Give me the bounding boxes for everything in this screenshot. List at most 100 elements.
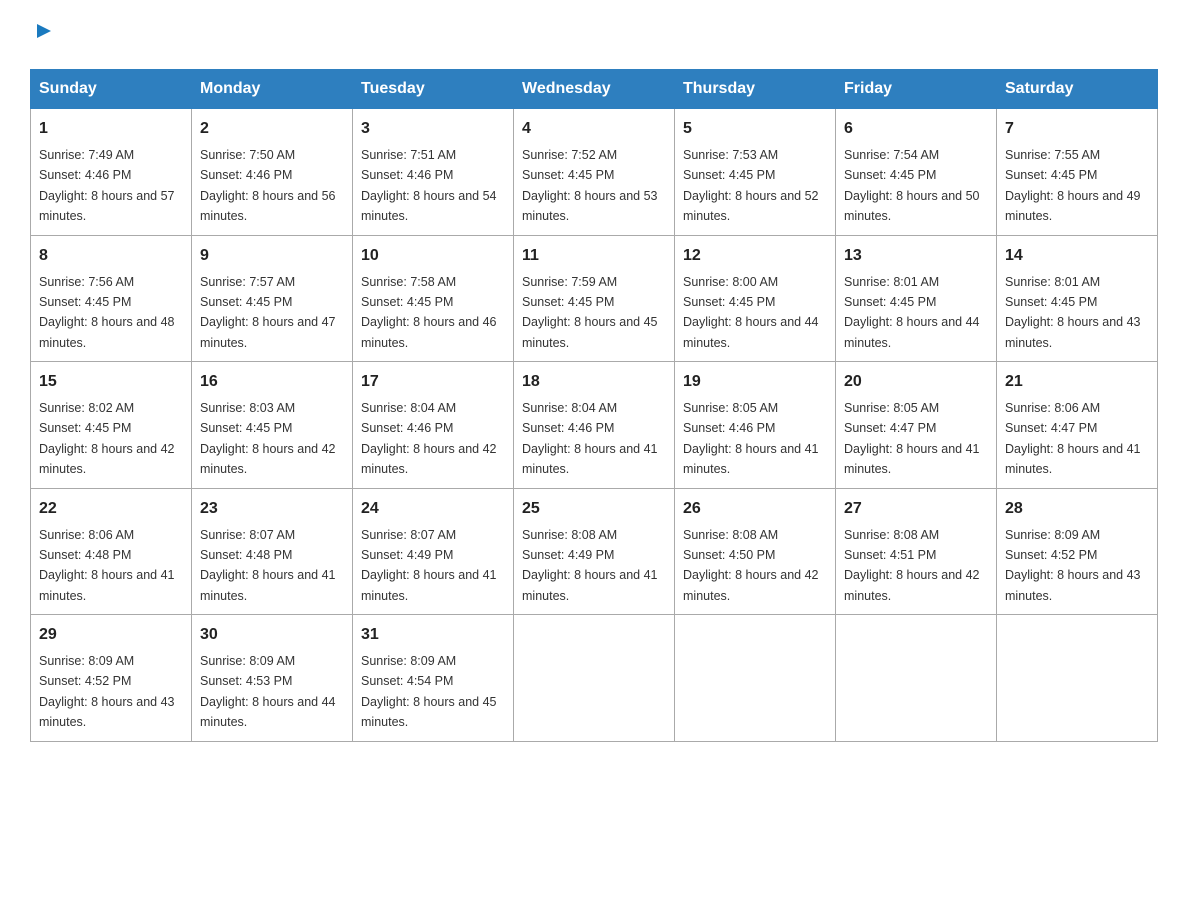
day-number: 17 (361, 370, 505, 394)
day-number: 11 (522, 244, 666, 268)
day-number: 31 (361, 623, 505, 647)
day-detail: Sunrise: 8:05 AMSunset: 4:47 PMDaylight:… (844, 401, 980, 476)
header-wednesday: Wednesday (514, 70, 675, 109)
calendar-cell: 21 Sunrise: 8:06 AMSunset: 4:47 PMDaylig… (997, 362, 1158, 489)
day-number: 24 (361, 497, 505, 521)
day-detail: Sunrise: 8:09 AMSunset: 4:53 PMDaylight:… (200, 654, 336, 729)
day-number: 27 (844, 497, 988, 521)
logo (30, 20, 55, 49)
day-detail: Sunrise: 7:57 AMSunset: 4:45 PMDaylight:… (200, 275, 336, 350)
day-number: 16 (200, 370, 344, 394)
day-number: 7 (1005, 117, 1149, 141)
day-detail: Sunrise: 8:01 AMSunset: 4:45 PMDaylight:… (844, 275, 980, 350)
day-detail: Sunrise: 8:08 AMSunset: 4:51 PMDaylight:… (844, 528, 980, 603)
day-detail: Sunrise: 8:06 AMSunset: 4:47 PMDaylight:… (1005, 401, 1141, 476)
day-detail: Sunrise: 7:59 AMSunset: 4:45 PMDaylight:… (522, 275, 658, 350)
day-number: 9 (200, 244, 344, 268)
header-thursday: Thursday (675, 70, 836, 109)
day-detail: Sunrise: 8:08 AMSunset: 4:50 PMDaylight:… (683, 528, 819, 603)
calendar-cell (836, 615, 997, 742)
day-detail: Sunrise: 8:01 AMSunset: 4:45 PMDaylight:… (1005, 275, 1141, 350)
day-detail: Sunrise: 8:06 AMSunset: 4:48 PMDaylight:… (39, 528, 175, 603)
day-number: 1 (39, 117, 183, 141)
calendar-cell (997, 615, 1158, 742)
day-number: 18 (522, 370, 666, 394)
week-row-2: 8 Sunrise: 7:56 AMSunset: 4:45 PMDayligh… (31, 235, 1158, 362)
calendar-cell: 2 Sunrise: 7:50 AMSunset: 4:46 PMDayligh… (192, 109, 353, 236)
day-number: 20 (844, 370, 988, 394)
day-number: 5 (683, 117, 827, 141)
day-detail: Sunrise: 8:09 AMSunset: 4:52 PMDaylight:… (1005, 528, 1141, 603)
day-number: 3 (361, 117, 505, 141)
day-detail: Sunrise: 8:02 AMSunset: 4:45 PMDaylight:… (39, 401, 175, 476)
day-detail: Sunrise: 7:50 AMSunset: 4:46 PMDaylight:… (200, 148, 336, 223)
week-row-3: 15 Sunrise: 8:02 AMSunset: 4:45 PMDaylig… (31, 362, 1158, 489)
day-number: 14 (1005, 244, 1149, 268)
week-row-4: 22 Sunrise: 8:06 AMSunset: 4:48 PMDaylig… (31, 488, 1158, 615)
day-detail: Sunrise: 8:08 AMSunset: 4:49 PMDaylight:… (522, 528, 658, 603)
day-detail: Sunrise: 8:00 AMSunset: 4:45 PMDaylight:… (683, 275, 819, 350)
calendar-cell: 3 Sunrise: 7:51 AMSunset: 4:46 PMDayligh… (353, 109, 514, 236)
calendar-table: Sunday Monday Tuesday Wednesday Thursday… (30, 69, 1158, 742)
calendar-cell (675, 615, 836, 742)
calendar-cell: 20 Sunrise: 8:05 AMSunset: 4:47 PMDaylig… (836, 362, 997, 489)
day-detail: Sunrise: 8:03 AMSunset: 4:45 PMDaylight:… (200, 401, 336, 476)
day-number: 2 (200, 117, 344, 141)
calendar-cell: 17 Sunrise: 8:04 AMSunset: 4:46 PMDaylig… (353, 362, 514, 489)
day-detail: Sunrise: 7:56 AMSunset: 4:45 PMDaylight:… (39, 275, 175, 350)
day-detail: Sunrise: 8:09 AMSunset: 4:52 PMDaylight:… (39, 654, 175, 729)
day-detail: Sunrise: 7:51 AMSunset: 4:46 PMDaylight:… (361, 148, 497, 223)
day-detail: Sunrise: 7:52 AMSunset: 4:45 PMDaylight:… (522, 148, 658, 223)
calendar-cell: 28 Sunrise: 8:09 AMSunset: 4:52 PMDaylig… (997, 488, 1158, 615)
day-number: 21 (1005, 370, 1149, 394)
header-friday: Friday (836, 70, 997, 109)
calendar-cell: 26 Sunrise: 8:08 AMSunset: 4:50 PMDaylig… (675, 488, 836, 615)
calendar-cell: 14 Sunrise: 8:01 AMSunset: 4:45 PMDaylig… (997, 235, 1158, 362)
header-monday: Monday (192, 70, 353, 109)
calendar-cell: 9 Sunrise: 7:57 AMSunset: 4:45 PMDayligh… (192, 235, 353, 362)
header-tuesday: Tuesday (353, 70, 514, 109)
calendar-cell: 5 Sunrise: 7:53 AMSunset: 4:45 PMDayligh… (675, 109, 836, 236)
day-number: 25 (522, 497, 666, 521)
calendar-cell: 25 Sunrise: 8:08 AMSunset: 4:49 PMDaylig… (514, 488, 675, 615)
day-detail: Sunrise: 8:04 AMSunset: 4:46 PMDaylight:… (522, 401, 658, 476)
day-detail: Sunrise: 8:09 AMSunset: 4:54 PMDaylight:… (361, 654, 497, 729)
day-detail: Sunrise: 8:05 AMSunset: 4:46 PMDaylight:… (683, 401, 819, 476)
logo-arrow-icon (33, 20, 55, 47)
day-number: 29 (39, 623, 183, 647)
calendar-cell: 31 Sunrise: 8:09 AMSunset: 4:54 PMDaylig… (353, 615, 514, 742)
day-number: 26 (683, 497, 827, 521)
days-header-row: Sunday Monday Tuesday Wednesday Thursday… (31, 70, 1158, 109)
calendar-cell: 27 Sunrise: 8:08 AMSunset: 4:51 PMDaylig… (836, 488, 997, 615)
day-detail: Sunrise: 7:49 AMSunset: 4:46 PMDaylight:… (39, 148, 175, 223)
day-number: 12 (683, 244, 827, 268)
calendar-cell: 7 Sunrise: 7:55 AMSunset: 4:45 PMDayligh… (997, 109, 1158, 236)
calendar-cell: 11 Sunrise: 7:59 AMSunset: 4:45 PMDaylig… (514, 235, 675, 362)
calendar-cell: 4 Sunrise: 7:52 AMSunset: 4:45 PMDayligh… (514, 109, 675, 236)
calendar-cell: 10 Sunrise: 7:58 AMSunset: 4:45 PMDaylig… (353, 235, 514, 362)
calendar-cell: 8 Sunrise: 7:56 AMSunset: 4:45 PMDayligh… (31, 235, 192, 362)
day-detail: Sunrise: 7:54 AMSunset: 4:45 PMDaylight:… (844, 148, 980, 223)
day-number: 13 (844, 244, 988, 268)
day-number: 4 (522, 117, 666, 141)
calendar-cell: 13 Sunrise: 8:01 AMSunset: 4:45 PMDaylig… (836, 235, 997, 362)
day-number: 23 (200, 497, 344, 521)
week-row-1: 1 Sunrise: 7:49 AMSunset: 4:46 PMDayligh… (31, 109, 1158, 236)
calendar-cell: 19 Sunrise: 8:05 AMSunset: 4:46 PMDaylig… (675, 362, 836, 489)
day-number: 8 (39, 244, 183, 268)
day-number: 22 (39, 497, 183, 521)
calendar-cell: 22 Sunrise: 8:06 AMSunset: 4:48 PMDaylig… (31, 488, 192, 615)
calendar-cell: 15 Sunrise: 8:02 AMSunset: 4:45 PMDaylig… (31, 362, 192, 489)
calendar-cell: 16 Sunrise: 8:03 AMSunset: 4:45 PMDaylig… (192, 362, 353, 489)
calendar-cell: 12 Sunrise: 8:00 AMSunset: 4:45 PMDaylig… (675, 235, 836, 362)
header-saturday: Saturday (997, 70, 1158, 109)
day-number: 28 (1005, 497, 1149, 521)
calendar-cell: 24 Sunrise: 8:07 AMSunset: 4:49 PMDaylig… (353, 488, 514, 615)
calendar-cell: 23 Sunrise: 8:07 AMSunset: 4:48 PMDaylig… (192, 488, 353, 615)
day-detail: Sunrise: 7:55 AMSunset: 4:45 PMDaylight:… (1005, 148, 1141, 223)
calendar-cell (514, 615, 675, 742)
week-row-5: 29 Sunrise: 8:09 AMSunset: 4:52 PMDaylig… (31, 615, 1158, 742)
day-number: 15 (39, 370, 183, 394)
day-number: 6 (844, 117, 988, 141)
day-detail: Sunrise: 7:53 AMSunset: 4:45 PMDaylight:… (683, 148, 819, 223)
